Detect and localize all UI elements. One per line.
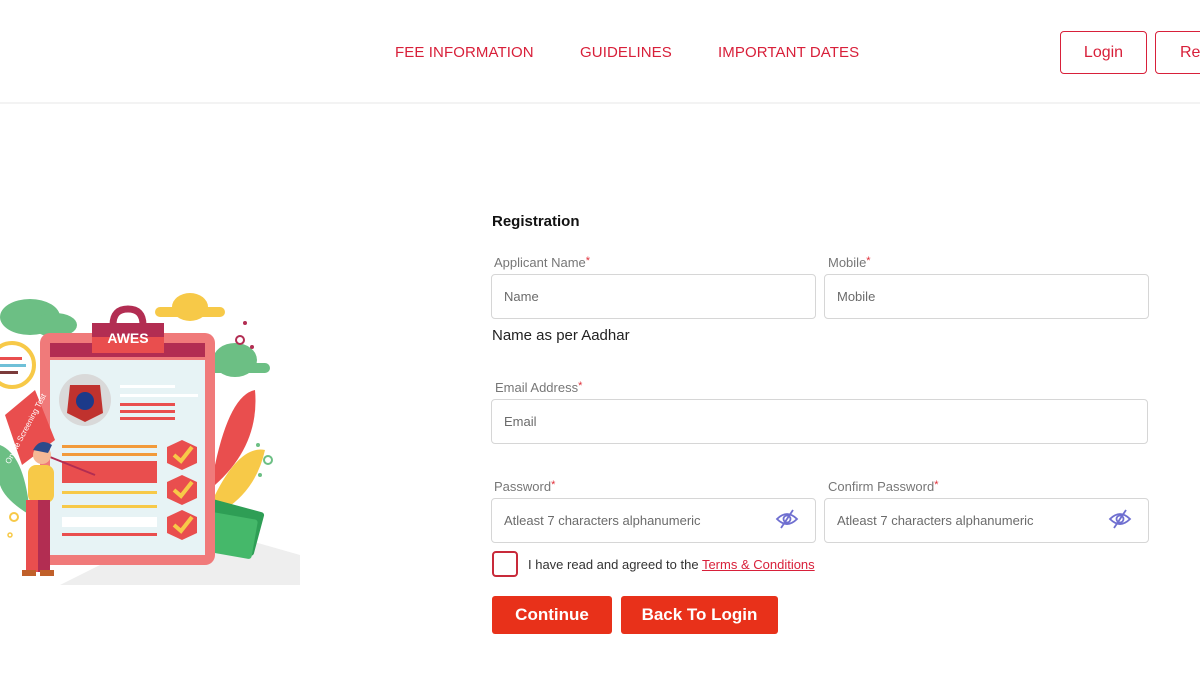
top-header: FEE INFORMATION GUIDELINES IMPORTANT DAT… [0,0,1200,104]
applicant-name-input[interactable] [491,274,816,319]
magnifier-icon [0,341,36,389]
password-label: Password* [494,479,556,494]
nav-guidelines[interactable]: GUIDELINES [580,44,672,61]
register-button[interactable]: Register [1155,31,1200,74]
login-button[interactable]: Login [1060,31,1147,74]
registration-illustration: AWES Online Screening Test [0,293,300,585]
terms-checkbox[interactable] [492,551,518,577]
back-to-login-button[interactable]: Back To Login [621,596,778,634]
terms-text: I have read and agreed to the Terms & Co… [528,557,815,572]
eye-slash-icon[interactable] [775,509,799,529]
password-input[interactable] [491,498,816,543]
applicant-name-label: Applicant Name* [494,255,591,270]
nav-fee-information[interactable]: FEE INFORMATION [395,44,534,61]
awes-badge-text: AWES [107,330,148,346]
email-input[interactable] [491,399,1148,444]
cloud-green-left [0,299,77,337]
form-title: Registration [492,213,580,230]
clipboard-handle [109,305,147,326]
continue-button[interactable]: Continue [492,596,612,634]
terms-conditions-link[interactable]: Terms & Conditions [702,557,815,572]
confirm-password-label: Confirm Password* [828,479,939,494]
cloud-yellow [155,293,225,321]
name-hint: Name as per Aadhar [492,327,630,344]
mobile-input[interactable] [824,274,1149,319]
mobile-label: Mobile* [828,255,871,270]
nav-important-dates[interactable]: IMPORTANT DATES [718,44,859,61]
confirm-password-input[interactable] [824,498,1149,543]
email-label: Email Address* [495,380,583,395]
eye-slash-icon[interactable] [1108,509,1132,529]
